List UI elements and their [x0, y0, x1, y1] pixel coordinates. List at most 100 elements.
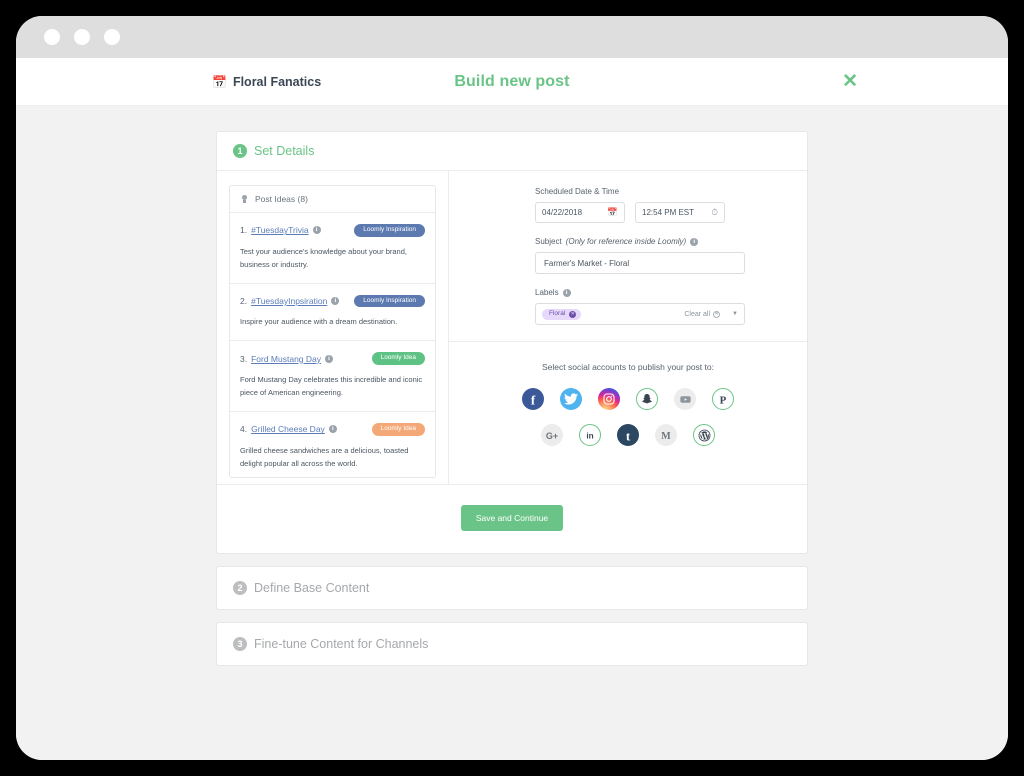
- subject-label: Subject (Only for reference inside Looml…: [535, 237, 745, 246]
- info-icon[interactable]: i: [313, 226, 321, 234]
- post-idea-badge: Loomly Inspiration: [354, 295, 425, 308]
- chevron-down-icon[interactable]: ▼: [731, 311, 738, 317]
- clear-all-button[interactable]: Clear all ✕: [684, 311, 720, 318]
- google-plus-icon[interactable]: G+: [541, 424, 563, 446]
- svg-text:M: M: [661, 431, 671, 442]
- social-accounts-row-1: fP: [449, 388, 807, 410]
- save-and-continue-button[interactable]: Save and Continue: [461, 505, 563, 531]
- instagram-icon[interactable]: [598, 388, 620, 410]
- step-3-header[interactable]: 3 Fine-tune Content for Channels: [233, 637, 791, 651]
- post-idea-header: 3.Ford Mustang DayiLoomly Idea: [240, 352, 425, 365]
- post-idea-name[interactable]: Ford Mustang Day: [251, 354, 321, 364]
- post-idea-item[interactable]: 4.Grilled Cheese DayiLoomly IdeaGrilled …: [230, 412, 435, 477]
- social-accounts-row-2: G+ in t M: [449, 424, 807, 446]
- clock-icon[interactable]: ⏱: [711, 208, 718, 217]
- remove-label-icon[interactable]: ✕: [569, 311, 576, 318]
- social-accounts-title: Select social accounts to publish your p…: [449, 362, 807, 372]
- step-3-label: Fine-tune Content for Channels: [254, 637, 428, 651]
- step-2-card[interactable]: 2 Define Base Content: [216, 566, 808, 610]
- post-ideas-list[interactable]: 1.#TuesdayTriviaiLoomly InspirationTest …: [230, 213, 435, 477]
- linkedin-icon[interactable]: in: [579, 424, 601, 446]
- pinterest-icon[interactable]: P: [712, 388, 734, 410]
- youtube-icon[interactable]: [674, 388, 696, 410]
- tumblr-icon[interactable]: t: [617, 424, 639, 446]
- maximize-dot[interactable]: [104, 29, 120, 45]
- post-idea-header: 2. #TuesdayInpsiration i Loomly Inspiration: [240, 295, 425, 308]
- time-value: 12:54 PM EST: [642, 208, 694, 217]
- svg-text:P: P: [720, 395, 727, 407]
- subject-value: Farmer's Market - Floral: [544, 259, 629, 268]
- clear-all-label: Clear all: [684, 311, 710, 318]
- page-body: 1 Set Details Post Ideas (8) 1.#TuesdayT…: [16, 106, 1008, 760]
- step-2-header[interactable]: 2 Define Base Content: [233, 581, 791, 595]
- close-dot[interactable]: [44, 29, 60, 45]
- svg-text:t: t: [626, 429, 631, 444]
- labels-field-group: Labels i Floral ✕: [535, 288, 745, 325]
- step-1-body: Post Ideas (8) 1.#TuesdayTriviaiLoomly I…: [217, 171, 807, 484]
- step-1-footer: Save and Continue: [217, 484, 807, 553]
- step-1-label: Set Details: [254, 144, 314, 158]
- lightbulb-icon: [240, 195, 249, 204]
- step-2-number: 2: [233, 581, 247, 595]
- info-icon[interactable]: i: [331, 297, 339, 305]
- post-idea-description: Test your audience's knowledge about you…: [240, 245, 425, 271]
- time-input[interactable]: 12:54 PM EST ⏱: [635, 202, 725, 223]
- labels-input[interactable]: Floral ✕ Clear all ✕ ▼: [535, 303, 745, 325]
- date-input[interactable]: 04/22/2018 📅: [535, 202, 625, 223]
- post-idea-item[interactable]: 2. #TuesdayInpsiration i Loomly Inspiration…: [230, 284, 435, 342]
- svg-text:G+: G+: [546, 431, 558, 441]
- labels-label-text: Labels: [535, 288, 559, 297]
- post-idea-description: Grilled cheese sandwiches are a deliciou…: [240, 444, 425, 470]
- post-idea-description: Inspire your audience with a dream desti…: [240, 315, 425, 328]
- post-idea-number: 2.: [240, 296, 247, 306]
- post-idea-description: Ford Mustang Day celebrates this incredi…: [240, 373, 425, 399]
- svg-text:in: in: [586, 432, 593, 441]
- step-3-card[interactable]: 3 Fine-tune Content for Channels: [216, 622, 808, 666]
- medium-icon[interactable]: M: [655, 424, 677, 446]
- info-icon[interactable]: i: [329, 425, 337, 433]
- post-idea-item[interactable]: 1.#TuesdayTriviaiLoomly InspirationTest …: [230, 213, 435, 284]
- browser-window: 📅 Floral Fanatics Build new post ✕ 1 Set…: [16, 16, 1008, 760]
- minimize-dot[interactable]: [74, 29, 90, 45]
- post-idea-name[interactable]: Grilled Cheese Day: [251, 424, 325, 434]
- step-1-number: 1: [233, 144, 247, 158]
- calendar-icon[interactable]: 📅: [607, 208, 618, 217]
- post-ideas-panel: Post Ideas (8) 1.#TuesdayTriviaiLoomly I…: [217, 171, 449, 484]
- post-idea-header: 4.Grilled Cheese DayiLoomly Idea: [240, 423, 425, 436]
- schedule-field-group: Scheduled Date & Time 04/22/2018 📅: [535, 187, 745, 223]
- post-idea-badge: Loomly Inspiration: [354, 224, 425, 237]
- form-fields: Scheduled Date & Time 04/22/2018 📅: [449, 171, 807, 342]
- twitter-icon[interactable]: [560, 388, 582, 410]
- snapchat-icon[interactable]: [636, 388, 658, 410]
- step-1-header[interactable]: 1 Set Details: [217, 132, 807, 171]
- wordpress-icon[interactable]: [693, 424, 715, 446]
- step-2-label: Define Base Content: [254, 581, 369, 595]
- app-header: 📅 Floral Fanatics Build new post ✕: [16, 58, 1008, 106]
- post-ideas-header: Post Ideas (8): [230, 186, 435, 213]
- social-accounts-section: Select social accounts to publish your p…: [449, 342, 807, 468]
- post-ideas-box: Post Ideas (8) 1.#TuesdayTriviaiLoomly I…: [229, 185, 436, 478]
- info-icon[interactable]: i: [563, 289, 571, 297]
- subject-input[interactable]: Farmer's Market - Floral: [535, 252, 745, 274]
- subject-label-note: (Only for reference inside Loomly): [566, 237, 687, 246]
- brand[interactable]: 📅 Floral Fanatics: [212, 75, 321, 89]
- details-form: Scheduled Date & Time 04/22/2018 📅: [449, 171, 807, 484]
- post-idea-number: 3.: [240, 354, 247, 364]
- post-idea-name[interactable]: #TuesdayTrivia: [251, 225, 308, 235]
- post-ideas-heading: Post Ideas (8): [255, 194, 308, 204]
- labels-label: Labels i: [535, 288, 745, 297]
- date-value: 04/22/2018: [542, 208, 582, 217]
- label-chip-floral[interactable]: Floral ✕: [542, 309, 581, 320]
- post-idea-item[interactable]: 3.Ford Mustang DayiLoomly IdeaFord Musta…: [230, 341, 435, 412]
- schedule-label-text: Scheduled Date & Time: [535, 187, 619, 196]
- post-idea-header: 1.#TuesdayTriviaiLoomly Inspiration: [240, 224, 425, 237]
- svg-text:f: f: [531, 393, 536, 408]
- close-icon[interactable]: ✕: [842, 72, 858, 91]
- info-icon[interactable]: i: [325, 355, 333, 363]
- info-icon[interactable]: i: [690, 238, 698, 246]
- post-idea-name[interactable]: #TuesdayInpsiration: [251, 296, 327, 306]
- label-chip-text: Floral: [549, 311, 565, 318]
- brand-label: Floral Fanatics: [233, 75, 321, 89]
- subject-label-text: Subject: [535, 237, 562, 246]
- facebook-icon[interactable]: f: [522, 388, 544, 410]
